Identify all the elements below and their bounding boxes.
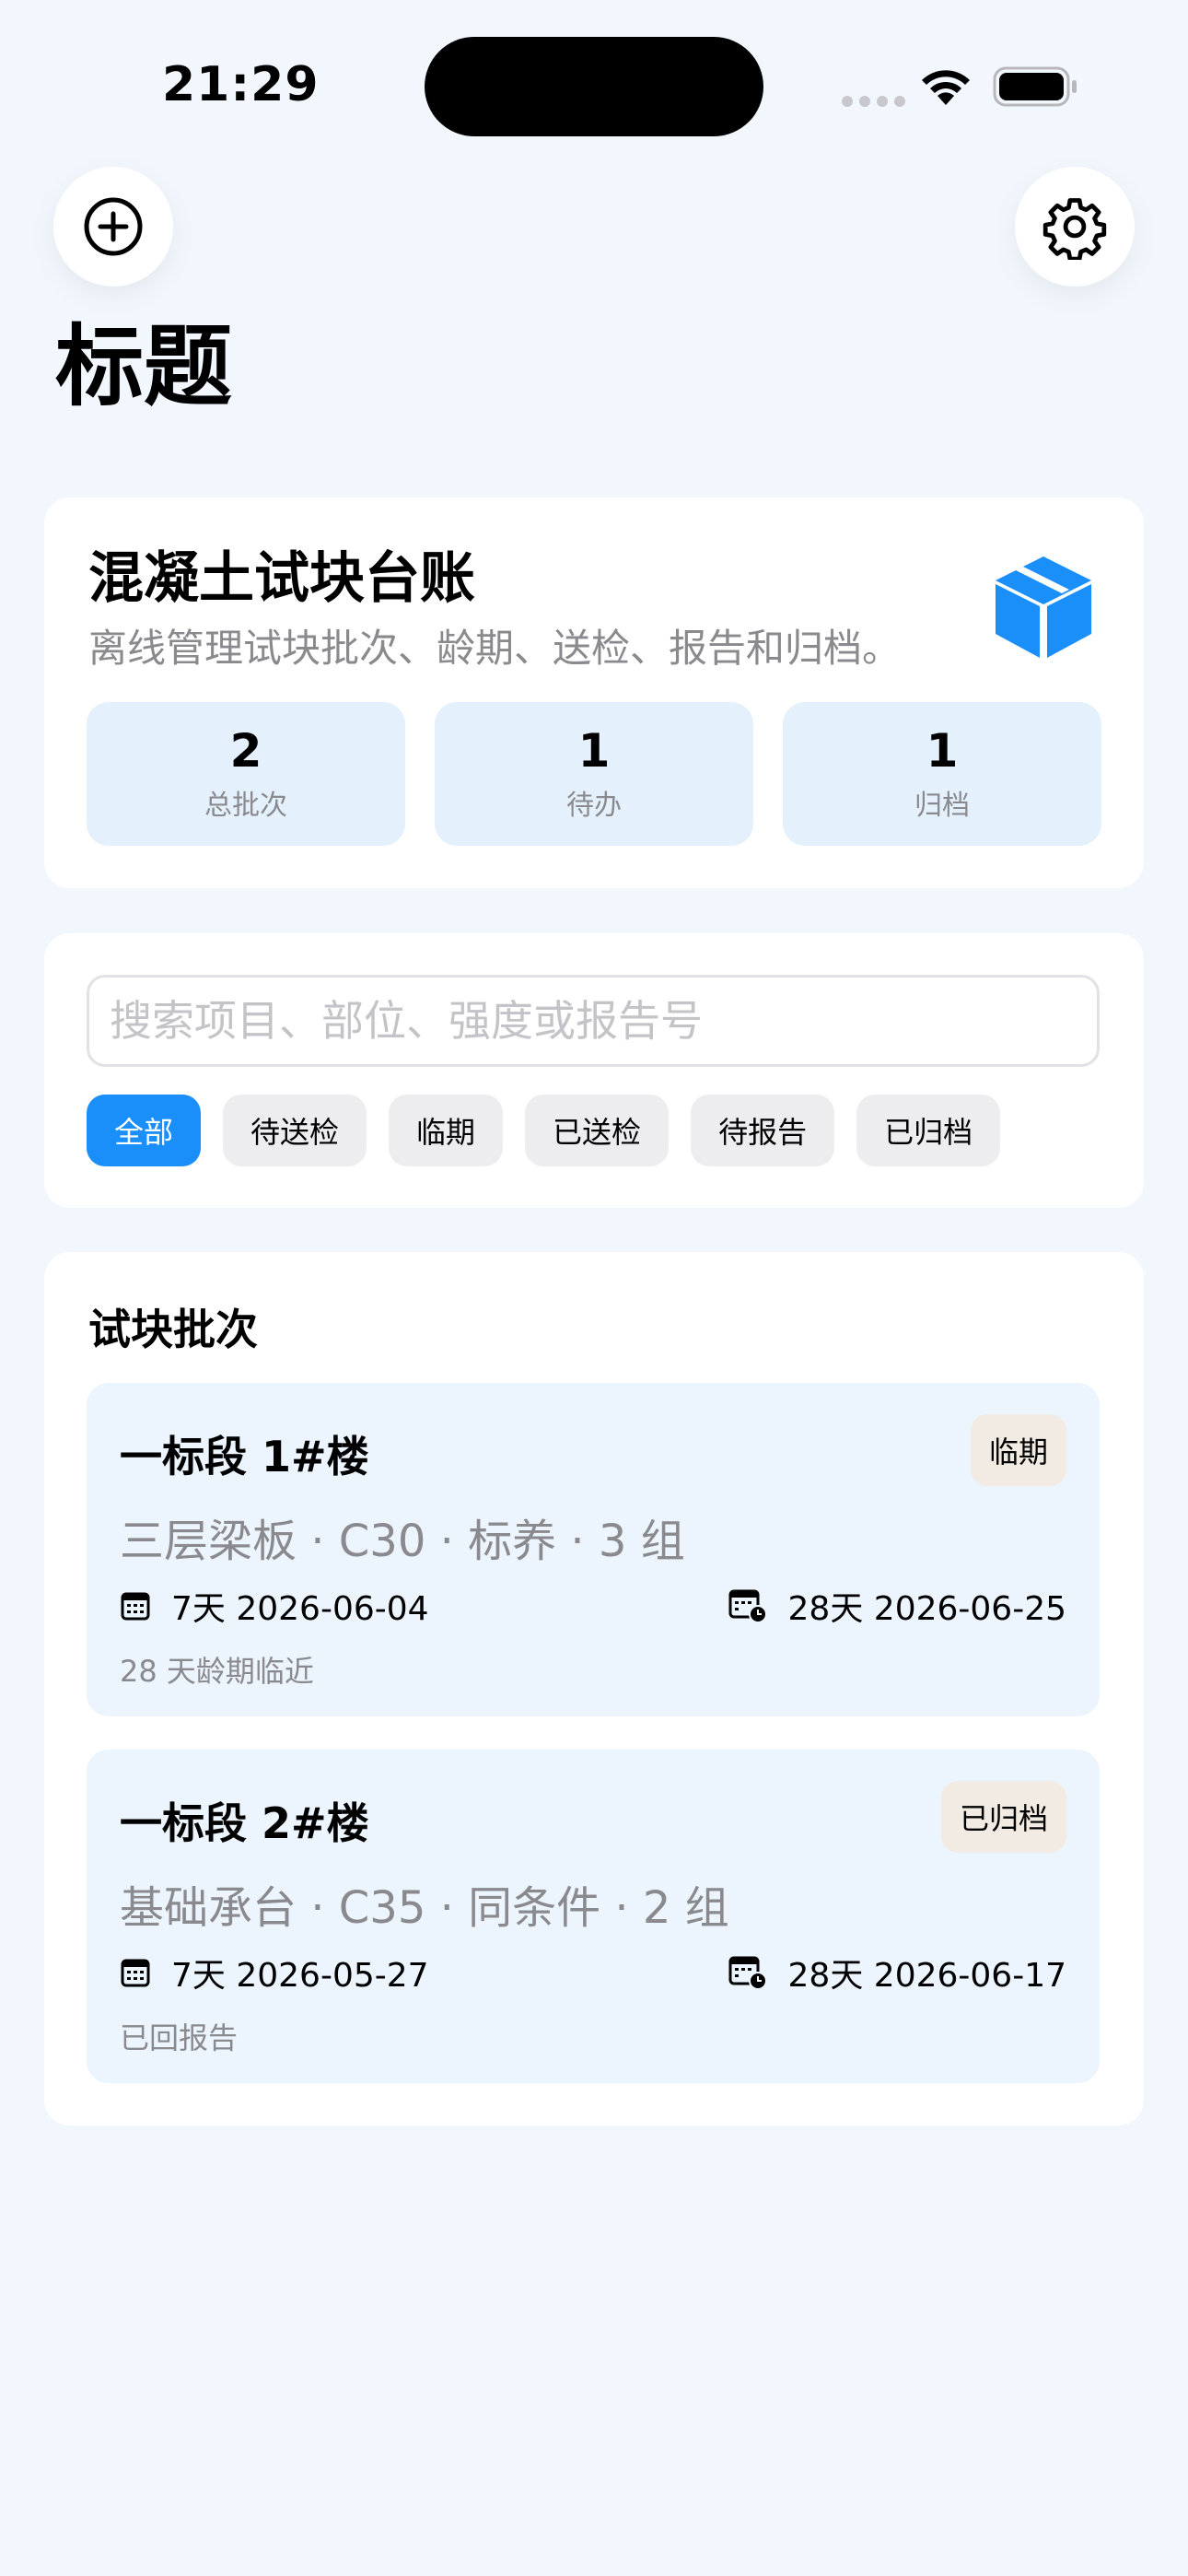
filter-chip-archived[interactable]: 已归档 [856, 1095, 1001, 1166]
batch-meta: 基础承台 · C35 · 同条件 · 2 组 [120, 1882, 729, 1934]
gear-icon [1042, 198, 1107, 260]
summary-subtitle: 离线管理试块批次、龄期、送检、报告和归档。 [88, 626, 902, 671]
day7-label: 7天 2026-06-04 [171, 1590, 429, 1628]
status-badge: 已归档 [940, 1781, 1066, 1853]
dynamic-island [425, 37, 763, 136]
calendar-icon [121, 1959, 150, 1987]
day28-label: 28天 2026-06-25 [787, 1590, 1066, 1628]
summary-title: 混凝土试块台账 [88, 546, 475, 611]
day28-date: 28天 2026-06-25 [728, 1582, 1066, 1630]
signal-dots-icon [842, 96, 905, 107]
stat-todo: 1 待办 [435, 702, 753, 846]
battery-icon [993, 66, 1077, 107]
day7-label: 7天 2026-05-27 [171, 1957, 429, 1995]
search-input[interactable] [87, 975, 1100, 1067]
filter-chip-due-soon[interactable]: 临期 [389, 1095, 504, 1166]
batch-name: 一标段 1#楼 [120, 1432, 369, 1481]
stat-label: 总批次 [204, 790, 287, 822]
wifi-icon [922, 70, 970, 105]
calendar-icon [121, 1592, 150, 1621]
stat-label: 待办 [566, 790, 622, 822]
stat-total-batches: 2 总批次 [87, 702, 405, 846]
stat-label: 归档 [914, 790, 970, 822]
batch-list-card: 试块批次 一标段 1#楼 临期 三层梁板 · C30 · 标养 · 3 组 7天… [44, 1252, 1144, 2125]
batch-item[interactable]: 一标段 2#楼 已归档 基础承台 · C35 · 同条件 · 2 组 7天 20… [87, 1750, 1100, 2083]
stat-value: 1 [926, 724, 959, 778]
stat-value: 2 [229, 724, 262, 778]
filter-chips: 全部 待送检 临期 已送检 待报告 已归档 [87, 1095, 1001, 1166]
summary-card: 混凝土试块台账 离线管理试块批次、龄期、送检、报告和归档。 2 总批次 1 待办… [44, 498, 1144, 888]
add-button[interactable] [53, 167, 173, 287]
list-title: 试块批次 [88, 1305, 258, 1354]
filter-chip-pending-report[interactable]: 待报告 [691, 1095, 835, 1166]
batch-note: 已回报告 [120, 2020, 239, 2055]
day28-date: 28天 2026-06-17 [728, 1949, 1066, 1996]
filter-chip-all[interactable]: 全部 [87, 1095, 202, 1166]
search-card: 全部 待送检 临期 已送检 待报告 已归档 [44, 933, 1144, 1208]
day7-date: 7天 2026-06-04 [120, 1582, 429, 1630]
status-badge: 临期 [970, 1414, 1066, 1486]
box-icon [996, 556, 1091, 658]
filter-chip-pending-submit[interactable]: 待送检 [223, 1095, 367, 1166]
filter-chip-submitted[interactable]: 已送检 [525, 1095, 670, 1166]
batch-note: 28 天龄期临近 [120, 1654, 314, 1689]
settings-button[interactable] [1015, 167, 1135, 287]
day7-date: 7天 2026-05-27 [120, 1949, 429, 1996]
status-time: 21:29 [162, 57, 320, 112]
batch-item[interactable]: 一标段 1#楼 临期 三层梁板 · C30 · 标养 · 3 组 7天 2026… [87, 1383, 1100, 1716]
page-title: 标题 [55, 315, 232, 418]
batch-name: 一标段 2#楼 [120, 1798, 369, 1848]
stat-archived: 1 归档 [783, 702, 1101, 846]
stat-value: 1 [577, 724, 611, 778]
calendar-clock-icon [728, 1956, 767, 1990]
calendar-clock-icon [728, 1589, 767, 1623]
batch-meta: 三层梁板 · C30 · 标养 · 3 组 [120, 1516, 685, 1567]
day28-label: 28天 2026-06-17 [787, 1957, 1066, 1995]
add-circle-icon [84, 197, 143, 256]
